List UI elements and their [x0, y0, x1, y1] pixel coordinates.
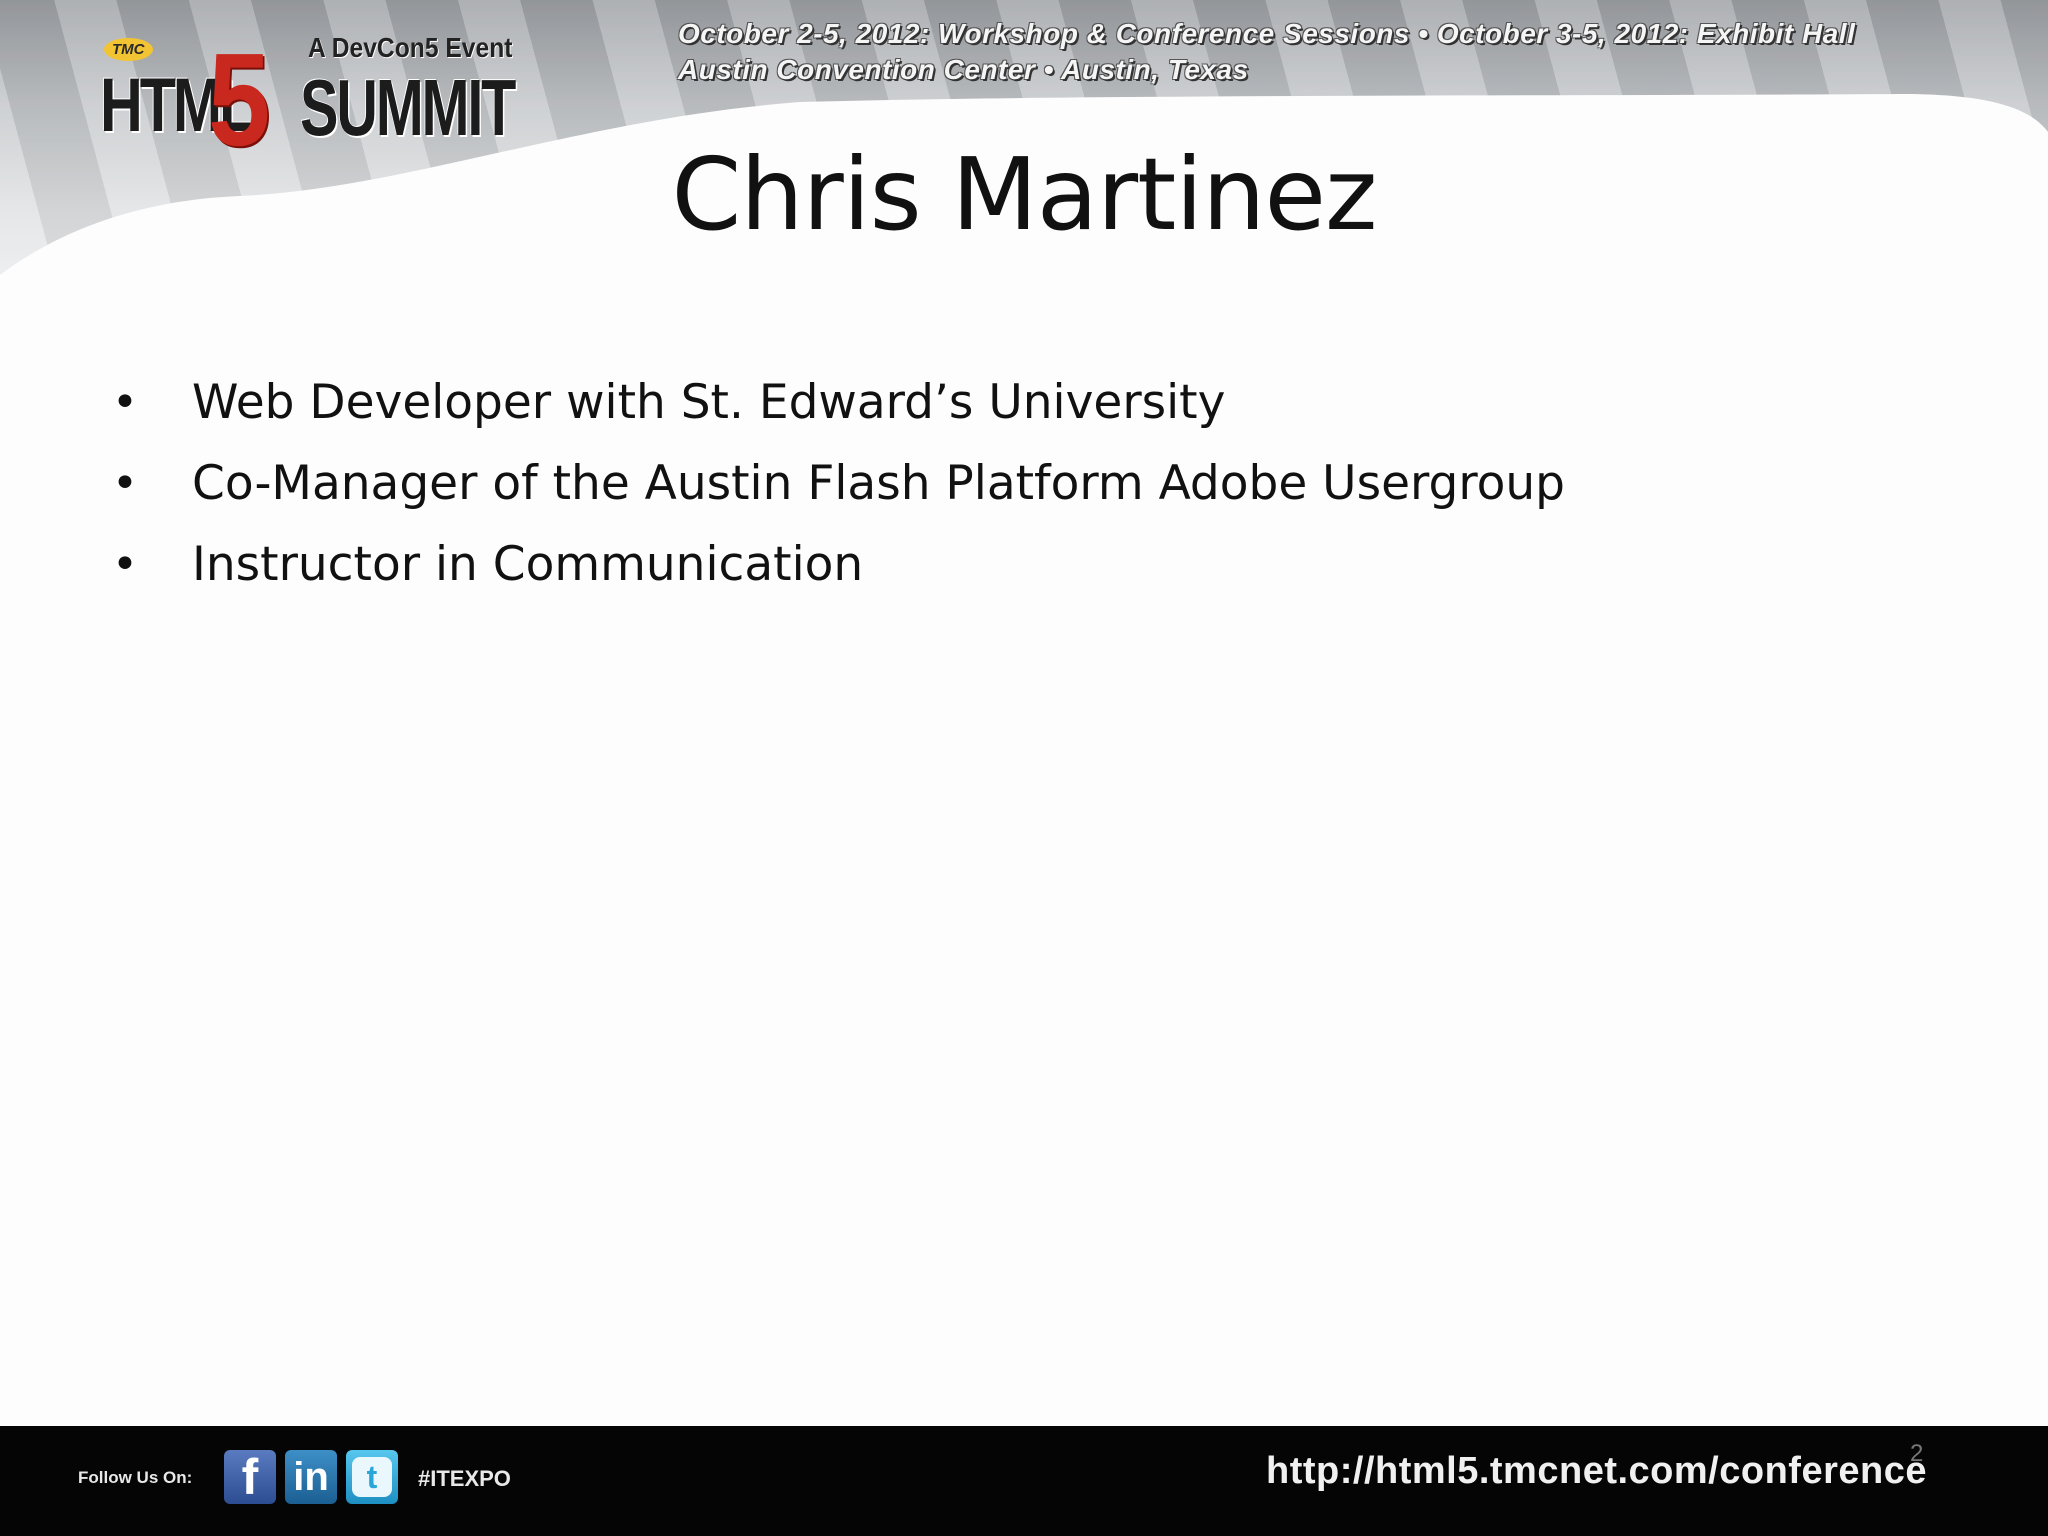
twitter-icon[interactable]: t [346, 1450, 398, 1504]
tmc-logo-badge: TMC [104, 38, 153, 61]
event-venue-line: Austin Convention Center • Austin, Texas [678, 54, 1249, 85]
slide-title: Chris Martinez [671, 136, 1377, 253]
slide-footer: Follow Us On: f in t #ITEXPO http://html… [0, 1426, 2048, 1536]
itexpo-hashtag: #ITEXPO [418, 1466, 511, 1491]
follow-us-label: Follow Us On: [78, 1468, 193, 1487]
bullet-item: • Co-Manager of the Austin Flash Platfor… [112, 453, 1565, 534]
html5-summit-logo: TMC HTML 5 A DevCon5 Event SUMMIT [100, 26, 540, 173]
bullet-list: • Web Developer with St. Edward’s Univer… [112, 372, 1565, 615]
bullet-text: Instructor in Communication [192, 537, 864, 592]
bullet-dot-icon: • [112, 377, 138, 428]
event-dates-line: October 2-5, 2012: Workshop & Conference… [678, 18, 1856, 49]
logo-event-tag: A DevCon5 Event [308, 32, 513, 63]
bullet-item: • Web Developer with St. Edward’s Univer… [112, 372, 1565, 453]
conference-url: http://html5.tmcnet.com/conference [1266, 1450, 1927, 1492]
facebook-icon[interactable]: f [224, 1449, 276, 1505]
twitter-glyph: t [352, 1457, 392, 1497]
linkedin-icon[interactable]: in [285, 1450, 337, 1504]
bullet-dot-icon: • [112, 458, 138, 509]
bullet-text: Web Developer with St. Edward’s Universi… [192, 375, 1226, 430]
page-number: 2 [1910, 1440, 1924, 1467]
bullet-item: • Instructor in Communication [112, 534, 1565, 615]
bullet-dot-icon: • [112, 539, 138, 590]
bullet-text: Co-Manager of the Austin Flash Platform … [192, 456, 1565, 511]
